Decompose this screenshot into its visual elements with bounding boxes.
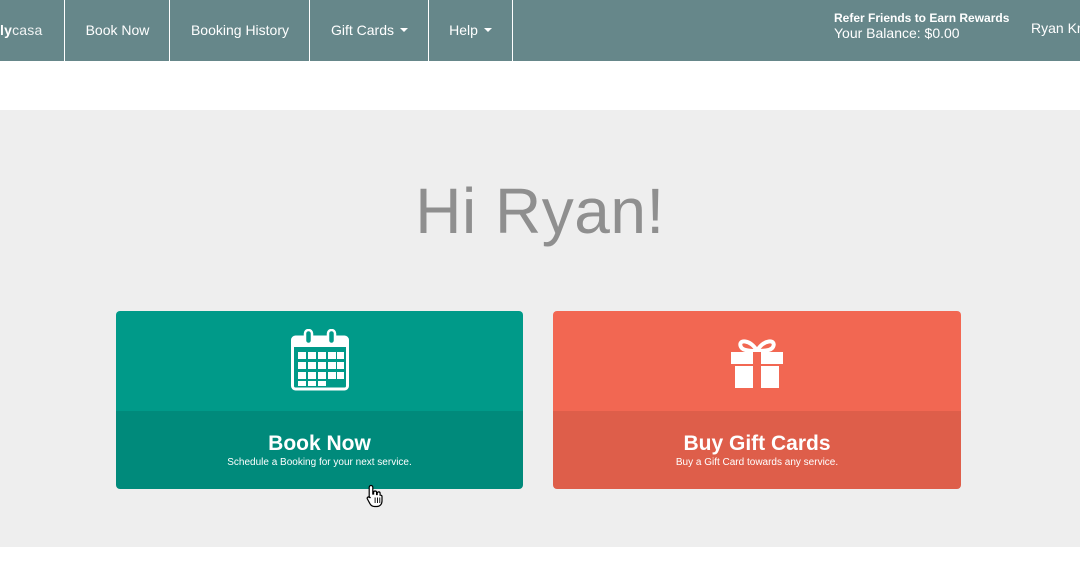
nav-help-dropdown[interactable]: Help bbox=[428, 0, 513, 61]
nav-booking-history-label: Booking History bbox=[190, 22, 290, 38]
brand-logo-bold: ly bbox=[0, 22, 13, 38]
top-navbar: lycasa Book Now Booking History Gift Car… bbox=[0, 0, 1080, 61]
caret-down-icon bbox=[483, 28, 492, 33]
nav-booking-history[interactable]: Booking History bbox=[169, 0, 310, 61]
nav-book-now[interactable]: Book Now bbox=[64, 0, 170, 61]
hand-pointer-icon bbox=[366, 484, 383, 508]
gift-icon bbox=[731, 339, 783, 388]
book-now-card-title: Book Now bbox=[268, 432, 371, 455]
brand-logo-light: casa bbox=[12, 22, 43, 38]
nav-help-label: Help bbox=[449, 22, 478, 38]
user-menu[interactable]: Ryan Kr bbox=[1031, 20, 1080, 36]
nav-gift-cards-label: Gift Cards bbox=[330, 22, 394, 38]
buy-gift-cards-card-top bbox=[553, 311, 961, 411]
brand-logo[interactable]: lycasa bbox=[0, 0, 64, 61]
refer-friends-link[interactable]: Refer Friends to Earn Rewards bbox=[834, 11, 1009, 25]
book-now-card-top bbox=[116, 311, 523, 411]
caret-down-icon bbox=[400, 28, 408, 33]
buy-gift-cards-card-subtitle: Buy a Gift Card towards any service. bbox=[675, 457, 839, 468]
buy-gift-cards-card-bottom: Buy Gift Cards Buy a Gift Card towards a… bbox=[553, 411, 961, 489]
nav-gift-cards-dropdown[interactable]: Gift Cards bbox=[309, 0, 429, 61]
nav-book-now-label: Book Now bbox=[85, 22, 150, 38]
buy-gift-cards-card[interactable]: Buy Gift Cards Buy a Gift Card towards a… bbox=[553, 311, 961, 489]
balance-text: Your Balance: $0.00 bbox=[834, 25, 960, 41]
book-now-card-subtitle: Schedule a Booking for your next service… bbox=[227, 457, 412, 468]
greeting-heading: Hi Ryan! bbox=[415, 175, 665, 247]
calendar-icon bbox=[290, 329, 349, 391]
book-now-card-bottom: Book Now Schedule a Booking for your nex… bbox=[116, 411, 523, 489]
book-now-card[interactable]: Book Now Schedule a Booking for your nex… bbox=[116, 311, 523, 489]
buy-gift-cards-card-title: Buy Gift Cards bbox=[683, 432, 831, 455]
